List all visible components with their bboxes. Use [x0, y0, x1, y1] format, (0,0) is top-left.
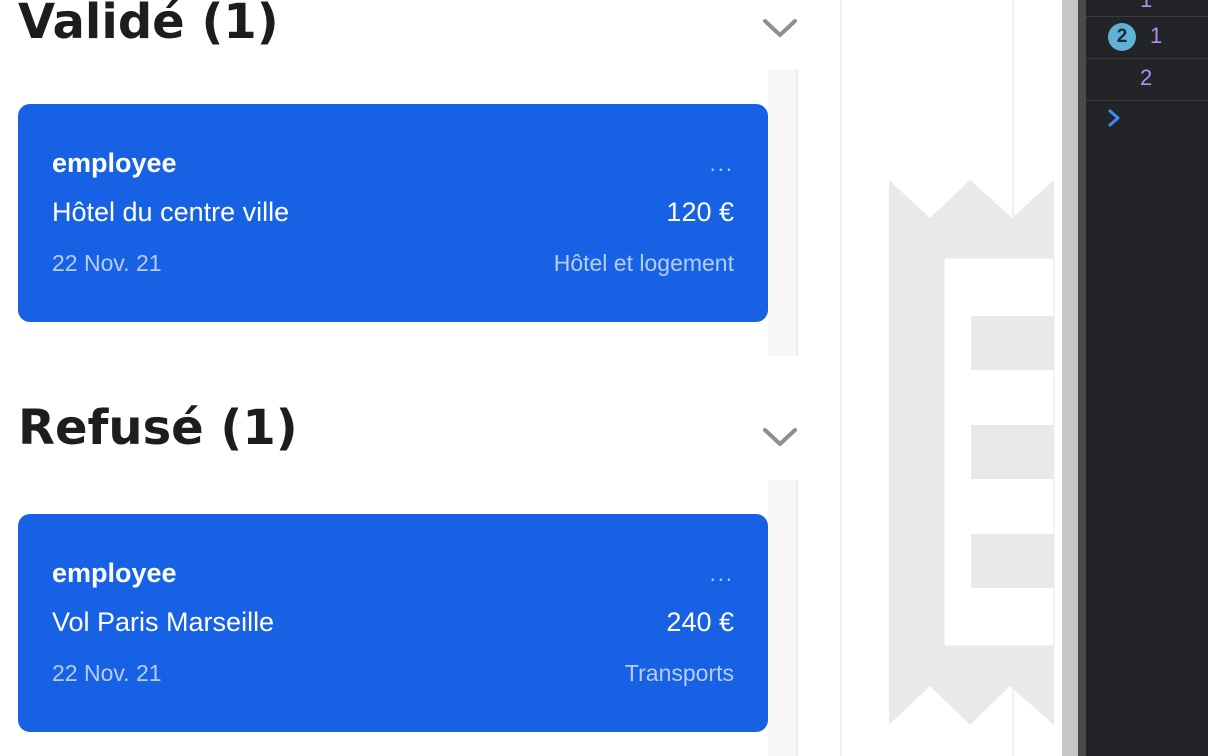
card-date: 22 Nov. 21: [52, 250, 162, 276]
card-category: Hôtel et logement: [553, 250, 734, 276]
card-amount: 240 €: [666, 607, 734, 637]
card-title: Vol Paris Marseille: [52, 607, 275, 637]
expense-list-pane: Validé (1) employee ... Hôtel du centre …: [0, 0, 840, 756]
expense-card[interactable]: employee ... Vol Paris Marseille 240 € 2…: [18, 514, 768, 732]
console-value: 2: [1140, 65, 1153, 90]
more-options-icon[interactable]: ...: [710, 153, 734, 175]
card-category: Transports: [624, 660, 734, 686]
console-pane: 1 2 1 2: [1086, 0, 1208, 756]
chevron-right-icon[interactable]: [1104, 106, 1124, 130]
console-value: 1: [1140, 0, 1152, 14]
expense-card[interactable]: employee ... Hôtel du centre ville 120 €…: [18, 104, 768, 322]
console-row: 2 1: [1086, 16, 1208, 59]
chevron-down-icon[interactable]: [760, 425, 800, 449]
section-scrollbar[interactable]: [768, 480, 798, 756]
console-value: 1: [1150, 23, 1163, 48]
section-title-refuse: Refusé (1): [18, 400, 298, 456]
card-amount: 120 €: [666, 197, 734, 227]
console-row: 1: [1086, 0, 1208, 17]
repeat-count-badge: 2: [1108, 23, 1136, 51]
pane-divider: [1078, 0, 1086, 756]
chevron-down-icon[interactable]: [760, 16, 800, 40]
card-owner: employee: [52, 148, 177, 178]
card-title: Hôtel du centre ville: [52, 197, 290, 227]
document-placeholder-icon: [889, 180, 1055, 725]
console-row: 2: [1086, 58, 1208, 101]
card-owner: employee: [52, 558, 177, 588]
detail-pane: [840, 0, 1062, 756]
section-scrollbar[interactable]: [768, 70, 798, 356]
section-title-valide: Validé (1): [18, 0, 279, 50]
pane-scrollbar[interactable]: [1062, 0, 1078, 756]
card-date: 22 Nov. 21: [52, 660, 162, 686]
more-options-icon[interactable]: ...: [710, 563, 734, 585]
